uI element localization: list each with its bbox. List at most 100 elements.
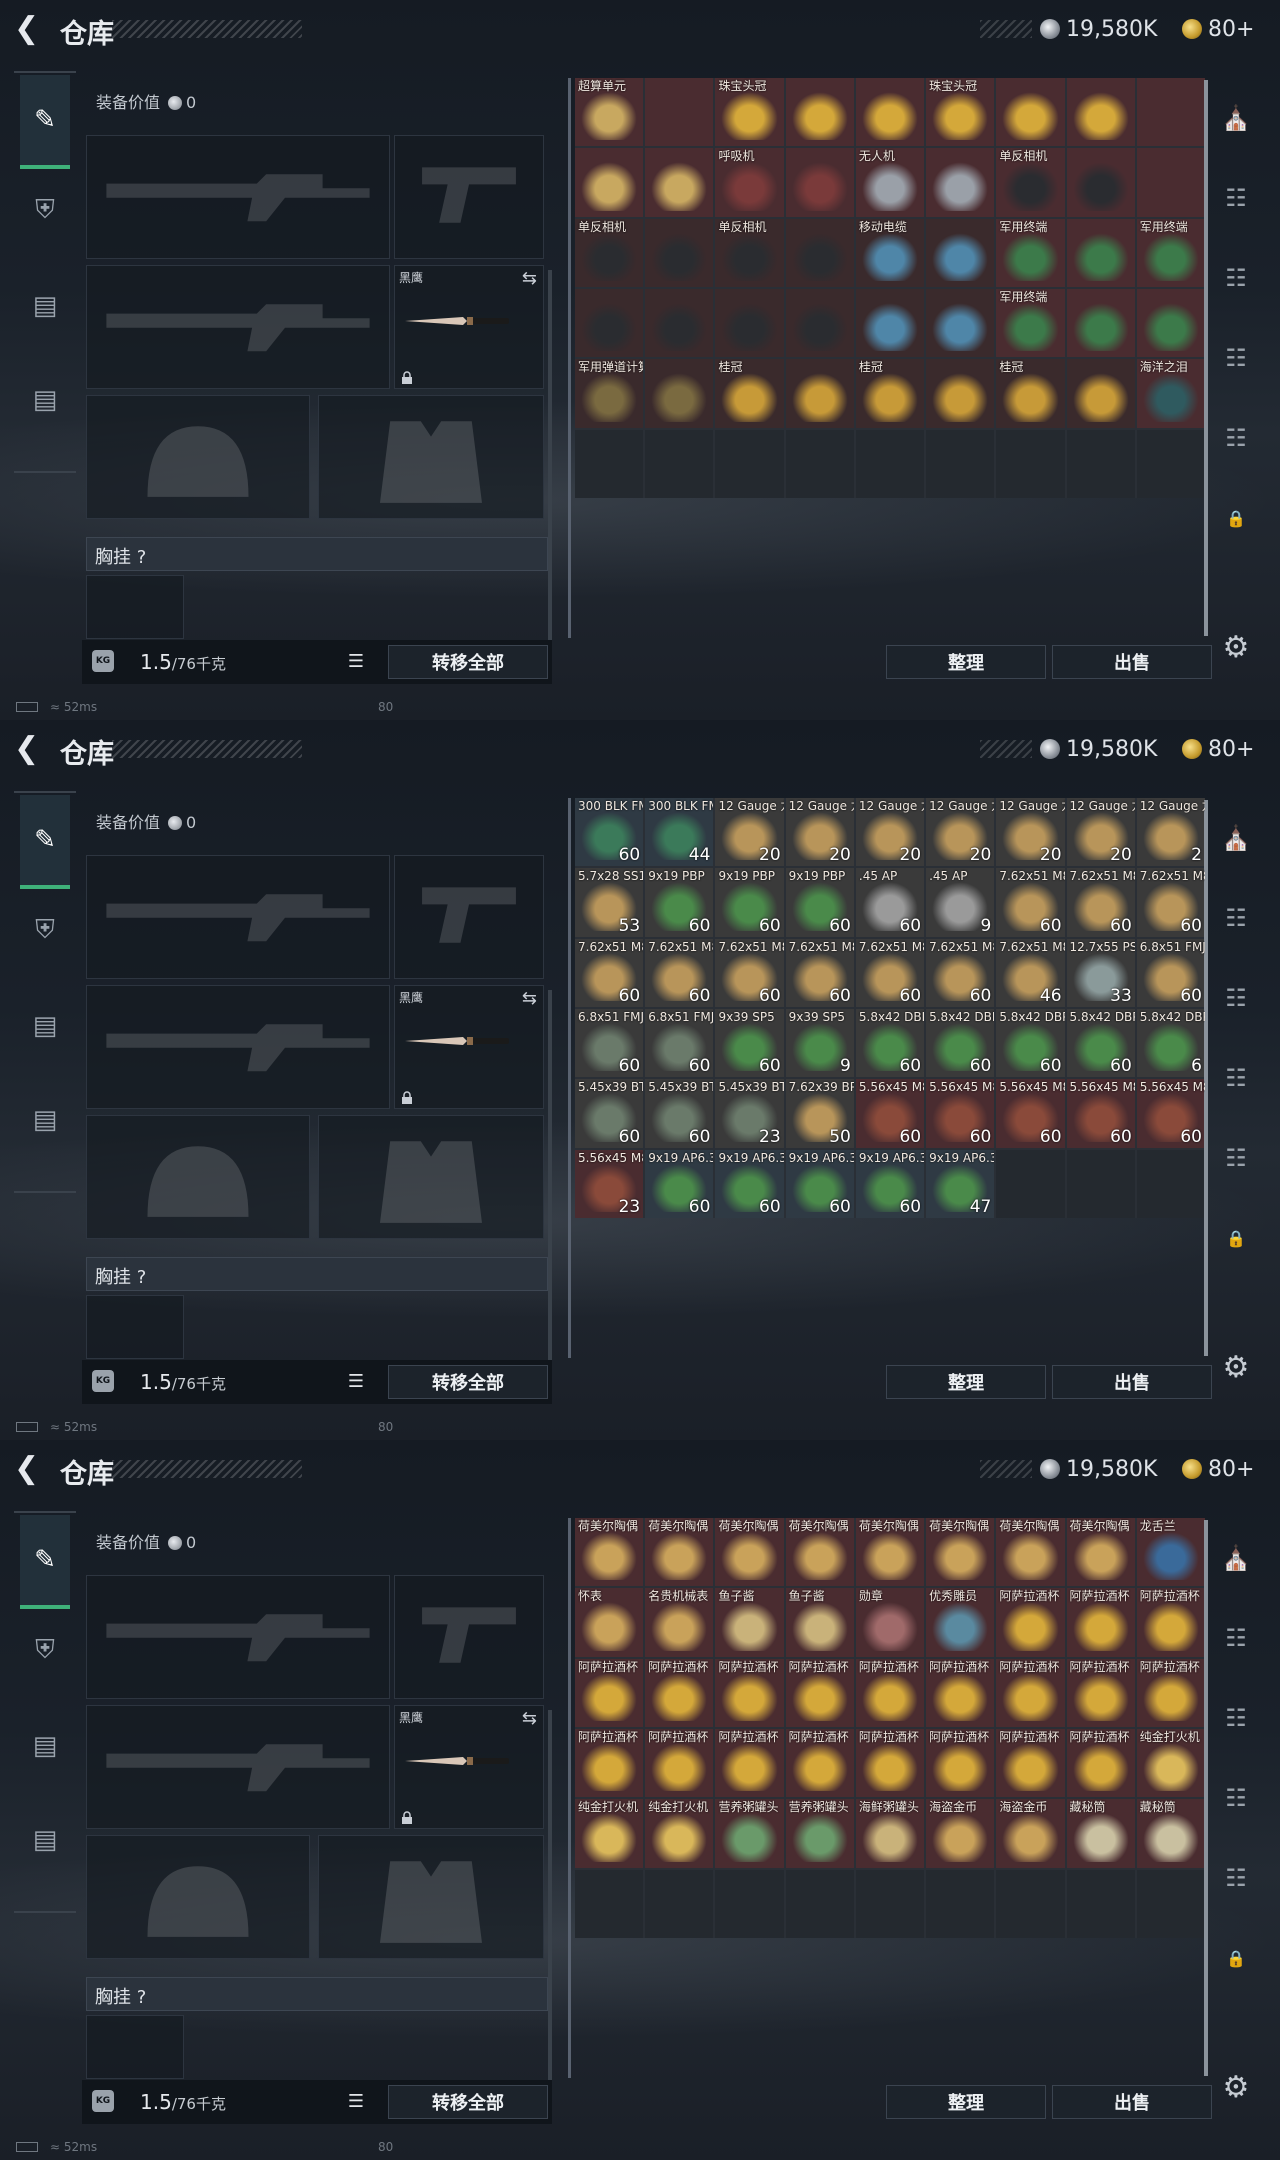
item-cell[interactable]: 呼吸机 [715,148,784,217]
nav-tab-armor[interactable]: ⛨ [22,187,68,233]
item-cell[interactable]: 荷美尔陶偶 [785,1518,854,1587]
item-cell[interactable]: 营养粥罐头 [785,1799,854,1868]
item-cell[interactable]: 5.45x39 BT 60 [645,1079,714,1148]
item-cell[interactable]: 藏秘筒 [1136,1799,1205,1868]
equipment-scrollbar[interactable] [548,270,552,640]
item-cell[interactable]: 海盗金币 [996,1799,1065,1868]
chest-rig-header[interactable]: 胸挂 ? [86,1977,548,2011]
tab-storage-2[interactable]: ☷ [1216,898,1256,938]
item-cell[interactable]: 12 Gauge 龙息弹 20 [1066,798,1135,867]
back-icon[interactable]: ❮ [14,14,44,44]
melee-slot[interactable]: 黑鹰 ⇆ [394,985,544,1109]
item-cell[interactable]: 纯金打火机 [1136,1729,1205,1798]
item-cell[interactable]: 9x19 PBP 60 [715,868,784,937]
item-cell[interactable]: 优秀雕员 [926,1588,995,1657]
tab-storage-4[interactable]: ☷ [1216,1058,1256,1098]
chest-rig-slot[interactable] [86,1295,184,1359]
item-cell[interactable]: 5.8x42 DBP10 6 [1136,1009,1205,1078]
item-cell[interactable]: 阿萨拉酒杯 [575,1729,644,1798]
empty-cell[interactable] [1136,1149,1205,1218]
swap-icon[interactable]: ⇆ [522,988,537,1009]
item-cell[interactable]: 阿萨拉酒杯 [575,1658,644,1727]
item-cell[interactable]: 珠宝头冠 [926,78,995,147]
item-cell[interactable] [785,218,854,287]
item-cell[interactable]: 阿萨拉酒杯 [1066,1658,1135,1727]
item-cell[interactable] [645,289,714,358]
item-cell[interactable]: 阿萨拉酒杯 [1136,1588,1205,1657]
item-cell[interactable]: 12 Gauge 龙息弹 20 [855,798,925,867]
item-cell[interactable]: 12 Gauge 龙息弹 20 [996,798,1065,867]
item-cell[interactable] [645,148,714,217]
item-cell[interactable] [715,289,784,358]
nav-tab-weapons[interactable]: ✎ [20,75,70,169]
nav-tab-armor[interactable]: ⛨ [22,1627,68,1673]
transfer-all-button[interactable]: 转移全部 [388,645,548,679]
pistol-slot[interactable] [394,135,544,259]
item-cell[interactable]: 阿萨拉酒杯 [996,1729,1065,1798]
gold-currency[interactable]: 80+ [1182,1454,1254,1484]
item-cell[interactable]: 营养粥罐头 [715,1799,784,1868]
item-cell[interactable]: 5.56x45 M855A1 60 [1066,1079,1135,1148]
primary-weapon-slot[interactable] [86,135,390,259]
tab-storage-5[interactable]: ☷ [1216,418,1256,458]
item-cell[interactable]: 9x39 SP5 9 [785,1009,854,1078]
item-cell[interactable] [785,359,854,428]
item-cell[interactable]: 军用终端 [1136,218,1205,287]
nav-tab-backpack[interactable]: ▤ [22,1003,68,1049]
item-cell[interactable]: 12 Gauge 龙息弹 20 [785,798,854,867]
item-cell[interactable]: 7.62x51 M80 60 [785,938,854,1007]
gold-currency[interactable]: 80+ [1182,14,1254,44]
item-cell[interactable] [926,289,995,358]
item-cell[interactable]: 阿萨拉酒杯 [645,1729,714,1798]
item-cell[interactable]: 5.45x39 BT 23 [715,1079,784,1148]
help-icon[interactable]: ? [137,1987,147,2008]
tab-storage-4[interactable]: ☷ [1216,1778,1256,1818]
tab-storage-2[interactable]: ☷ [1216,178,1256,218]
nav-tab-backpack[interactable]: ▤ [22,283,68,329]
chest-rig-header[interactable]: 胸挂 ? [86,1257,548,1291]
swap-icon[interactable]: ⇆ [522,268,537,289]
tab-storage-3[interactable]: ☷ [1216,258,1256,298]
item-cell[interactable] [1066,289,1135,358]
item-cell[interactable] [855,78,925,147]
nav-tab-case[interactable]: ▤ [22,1097,68,1143]
secondary-weapon-slot[interactable] [86,1705,390,1829]
item-cell[interactable]: 6.8x51 FMJ 60 [645,1009,714,1078]
swap-icon[interactable]: ⇆ [522,1708,537,1729]
item-cell[interactable]: 7.62x39 BP 50 [785,1079,854,1148]
chest-rig-slot[interactable] [86,2015,184,2079]
item-cell[interactable]: 荷美尔陶偶 [645,1518,714,1587]
item-cell[interactable] [926,148,995,217]
item-cell[interactable]: 9x19 PBP 60 [785,868,854,937]
item-cell[interactable]: 纯金打火机 [575,1799,644,1868]
helmet-slot[interactable] [86,1835,310,1959]
item-cell[interactable] [926,359,995,428]
item-cell[interactable]: 荷美尔陶偶 [926,1518,995,1587]
item-cell[interactable] [996,78,1065,147]
item-cell[interactable]: 鱼子酱 [785,1588,854,1657]
item-cell[interactable]: 9x19 AP6.3 60 [855,1149,925,1218]
item-cell[interactable]: 阿萨拉酒杯 [926,1658,995,1727]
chest-rig-header[interactable]: 胸挂 ? [86,537,548,571]
nav-tab-backpack[interactable]: ▤ [22,1723,68,1769]
tab-all[interactable]: ⛪ [1216,1538,1256,1578]
tab-storage-2[interactable]: ☷ [1216,1618,1256,1658]
item-cell[interactable]: 桂冠 [996,359,1065,428]
empty-cell[interactable] [785,429,854,498]
item-cell[interactable]: 荷美尔陶偶 [1066,1518,1135,1587]
item-cell[interactable]: .45 AP 9 [926,868,995,937]
item-cell[interactable] [1066,218,1135,287]
item-cell[interactable]: 7.62x51 M80 60 [855,938,925,1007]
item-cell[interactable]: 5.56x45 M855A1 23 [575,1149,644,1218]
item-cell[interactable]: 阿萨拉酒杯 [645,1658,714,1727]
item-cell[interactable]: 珠宝头冠 [715,78,784,147]
tab-storage-5[interactable]: ☷ [1216,1138,1256,1178]
item-cell[interactable]: 7.62x51 M80 60 [1066,868,1135,937]
empty-cell[interactable] [996,1869,1065,1938]
empty-cell[interactable] [996,1149,1065,1218]
item-cell[interactable]: 鱼子酱 [715,1588,784,1657]
item-cell[interactable]: 勋章 [855,1588,925,1657]
item-cell[interactable]: 阿萨拉酒杯 [785,1729,854,1798]
helmet-slot[interactable] [86,395,310,519]
tab-storage-4[interactable]: ☷ [1216,338,1256,378]
